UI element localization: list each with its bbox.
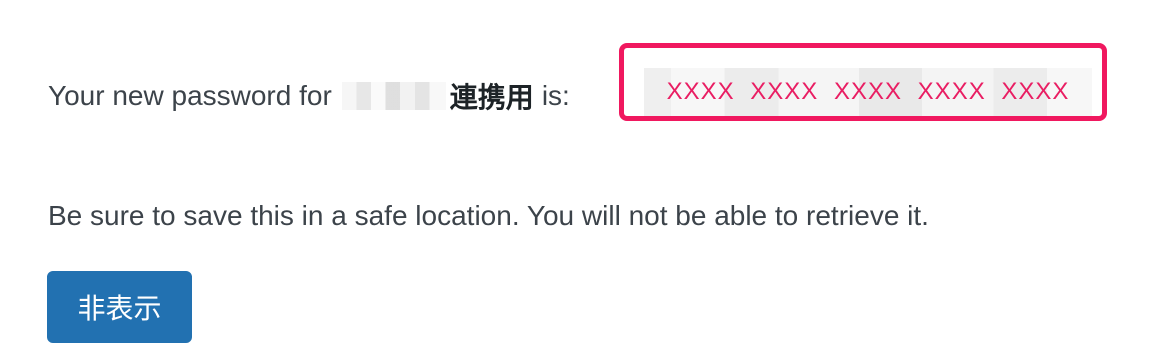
new-password-message: Your new password for 連携用 is: <box>48 74 576 118</box>
password-highlight-box <box>619 43 1107 121</box>
password-message-suffix: is: <box>541 80 570 111</box>
dismiss-button[interactable]: 非表示 <box>47 271 192 343</box>
application-name: 連携用 <box>449 81 534 114</box>
save-warning-text: Be sure to save this in a safe location.… <box>48 200 929 231</box>
password-message-prefix: Your new password for <box>48 80 332 111</box>
redacted-app-name-image <box>341 82 446 110</box>
